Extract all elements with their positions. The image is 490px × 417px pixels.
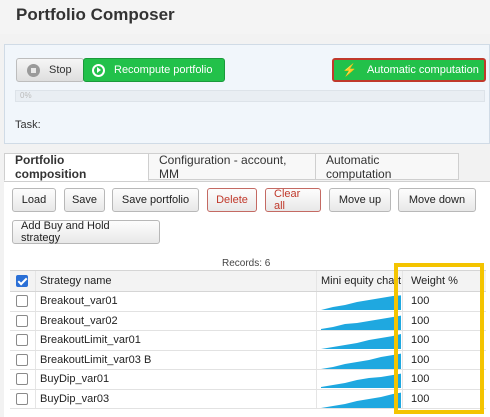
select-all-checkbox[interactable] [16,275,28,287]
stop-icon [27,63,40,77]
header-check-cell [10,271,34,291]
title-bar: Portfolio Composer [0,0,490,34]
move-down-button[interactable]: Move down [398,188,476,212]
weight-cell[interactable]: 100 [402,311,486,330]
strategy-name-cell: Breakout_var01 [35,292,315,311]
header-strategy-name[interactable]: Strategy name [35,271,315,291]
delete-button[interactable]: Delete [207,188,257,212]
row-check-cell [10,390,34,409]
add-buy-and-hold-button[interactable]: Add Buy and Hold strategy [12,220,160,244]
strategy-name-cell: Breakout_var02 [35,311,315,330]
row-checkbox[interactable] [16,392,28,405]
table-row[interactable]: BreakoutLimit_var03 B 100 [10,350,486,370]
save-button[interactable]: Save [64,188,105,212]
weight-cell[interactable]: 100 [402,331,486,350]
tab-configuration[interactable]: Configuration - account, MM [148,153,316,181]
header-mini-equity-chart[interactable]: Mini equity chart [316,271,401,291]
table-row[interactable]: BuyDip_var03 100 [10,389,486,409]
recompute-portfolio-button[interactable]: Recompute portfolio [83,58,225,82]
table-row[interactable]: BreakoutLimit_var01 100 [10,331,486,351]
clear-all-button[interactable]: Clear all [265,188,321,212]
mini-equity-chart-cell [316,370,401,389]
weight-cell[interactable]: 100 [402,389,486,408]
task-label: Task: [15,119,41,131]
mini-equity-chart [321,353,401,369]
move-up-button[interactable]: Move up [329,188,391,212]
mini-equity-chart-cell [316,350,401,369]
stop-label: Stop [49,64,72,76]
save-portfolio-button[interactable]: Save portfolio [112,188,199,212]
progress-text: 0% [20,91,32,100]
mini-equity-chart-cell [316,389,401,408]
table-row[interactable]: Breakout_var01 100 [10,292,486,312]
tab-bar: Portfolio composition Configuration - ac… [4,153,490,183]
row-checkbox[interactable] [16,353,28,366]
strategy-name-cell: BuyDip_var03 [35,389,315,408]
equity-area [321,353,401,369]
equity-area [321,373,401,389]
row-check-cell [10,292,34,311]
mini-equity-chart [321,373,401,389]
app-title: Portfolio Composer [16,5,175,24]
tab-portfolio-composition[interactable]: Portfolio composition [4,153,149,181]
row-check-cell [10,351,34,370]
records-count: Records: 6 [222,258,271,269]
weight-cell[interactable]: 100 [402,370,486,389]
mini-equity-chart [321,334,401,350]
mini-equity-chart-cell [316,311,401,330]
automatic-computation-button[interactable]: ⚡ Automatic computation [332,58,486,82]
mini-equity-chart-cell [316,331,401,350]
play-icon [92,63,105,77]
mini-equity-chart-cell [316,292,401,311]
equity-area [321,295,401,311]
row-checkbox[interactable] [16,314,28,327]
row-check-cell [10,370,34,389]
strategy-name-cell: BreakoutLimit_var01 [35,331,315,350]
mini-equity-chart [321,295,401,311]
strategy-name-cell: BreakoutLimit_var03 B [35,350,315,369]
weight-cell[interactable]: 100 [402,292,486,311]
recompute-label: Recompute portfolio [114,64,213,76]
lightning-icon: ⚡ [342,63,357,77]
row-checkbox[interactable] [16,373,28,386]
progress-bar: 0% [15,90,485,102]
row-checkbox[interactable] [16,334,28,347]
stop-button[interactable]: Stop [16,58,84,82]
load-button[interactable]: Load [12,188,56,212]
grid-header: Strategy name Mini equity chart Weight % [10,270,486,292]
header-weight[interactable]: Weight % [402,271,486,291]
mini-equity-chart [321,315,401,330]
equity-area [321,392,401,408]
weight-cell[interactable]: 100 [402,350,486,369]
row-check-cell [10,331,34,350]
table-row[interactable]: BuyDip_var01 100 [10,370,486,390]
mini-equity-chart [321,392,401,408]
row-check-cell [10,312,34,331]
auto-label: Automatic computation [366,64,479,76]
row-checkbox[interactable] [16,295,28,308]
equity-area [321,334,401,350]
tab-automatic-computation[interactable]: Automatic computation [315,153,459,181]
strategy-name-cell: BuyDip_var01 [35,370,315,389]
equity-area [321,315,401,330]
control-panel: Stop Recompute portfolio ⚡ Automatic com… [4,44,490,144]
table-row[interactable]: Breakout_var02 100 [10,311,486,331]
